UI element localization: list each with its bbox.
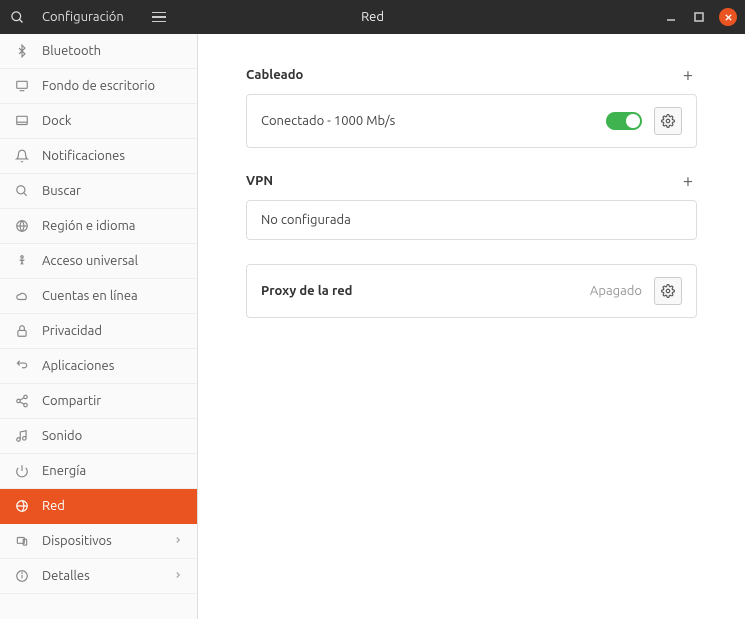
vpn-title: VPN <box>246 174 273 188</box>
sidebar-item-label: Detalles <box>42 569 90 583</box>
sidebar-item-label: Dispositivos <box>42 534 112 548</box>
sidebar-item-label: Notificaciones <box>42 149 125 163</box>
wired-status: Conectado - 1000 Mb/s <box>261 114 594 128</box>
page-title: Red <box>361 10 384 24</box>
wired-title: Cableado <box>246 68 303 82</box>
proxy-row[interactable]: Proxy de la red Apagado <box>246 264 697 318</box>
proxy-settings-button[interactable] <box>654 277 682 305</box>
sidebar-item-sound[interactable]: Sonido <box>0 419 197 454</box>
sidebar-item-label: Buscar <box>42 184 81 198</box>
sidebar-item-label: Acceso universal <box>42 254 138 268</box>
sidebar-item-sharing[interactable]: Compartir <box>0 384 197 419</box>
content-area: Cableado + Conectado - 1000 Mb/s VPN + N… <box>198 34 745 619</box>
add-wired-button[interactable]: + <box>679 66 697 84</box>
info-icon <box>14 568 30 584</box>
sound-icon <box>14 428 30 444</box>
apps-icon <box>14 358 30 374</box>
accessibility-icon <box>14 253 30 269</box>
vpn-status: No configurada <box>261 213 682 227</box>
sidebar-item-label: Energía <box>42 464 86 478</box>
wired-section: Cableado + Conectado - 1000 Mb/s <box>246 66 697 148</box>
close-button[interactable] <box>719 8 737 26</box>
bluetooth-icon <box>14 43 30 59</box>
devices-icon <box>14 533 30 549</box>
vpn-row: No configurada <box>246 200 697 240</box>
sidebar-item-applications[interactable]: Aplicaciones <box>0 349 197 384</box>
chevron-right-icon <box>173 534 183 548</box>
add-vpn-button[interactable]: + <box>679 172 697 190</box>
search-icon <box>14 183 30 199</box>
desktop-icon <box>14 78 30 94</box>
lock-icon <box>14 323 30 339</box>
sidebar-item-notifications[interactable]: Notificaciones <box>0 139 197 174</box>
sidebar: Bluetooth Fondo de escritorio Dock Notif… <box>0 34 198 619</box>
gear-icon <box>661 284 675 298</box>
maximize-button[interactable] <box>691 9 707 25</box>
cloud-icon <box>14 288 30 304</box>
minimize-button[interactable] <box>663 9 679 25</box>
sidebar-item-label: Sonido <box>42 429 82 443</box>
power-icon <box>14 463 30 479</box>
globe-icon <box>14 218 30 234</box>
sidebar-item-label: Compartir <box>42 394 101 408</box>
gear-icon <box>661 114 675 128</box>
sidebar-item-devices[interactable]: Dispositivos <box>0 524 197 559</box>
sidebar-item-label: Bluetooth <box>42 44 101 58</box>
vpn-section: VPN + No configurada <box>246 172 697 240</box>
sidebar-item-online-accounts[interactable]: Cuentas en línea <box>0 279 197 314</box>
wired-connection-row: Conectado - 1000 Mb/s <box>246 94 697 148</box>
app-title: Configuración <box>42 10 124 24</box>
sidebar-item-label: Fondo de escritorio <box>42 79 155 93</box>
sidebar-item-label: Dock <box>42 114 71 128</box>
proxy-title: Proxy de la red <box>261 284 578 298</box>
sidebar-item-label: Red <box>42 499 65 513</box>
sidebar-item-dock[interactable]: Dock <box>0 104 197 139</box>
search-icon[interactable] <box>8 8 26 26</box>
dock-icon <box>14 113 30 129</box>
proxy-status: Apagado <box>590 284 642 298</box>
hamburger-menu-icon[interactable] <box>152 12 166 23</box>
sidebar-item-network[interactable]: Red <box>0 489 197 524</box>
sidebar-item-label: Privacidad <box>42 324 102 338</box>
sidebar-item-privacy[interactable]: Privacidad <box>0 314 197 349</box>
network-icon <box>14 498 30 514</box>
titlebar: Configuración Red <box>0 0 745 34</box>
sidebar-item-search[interactable]: Buscar <box>0 174 197 209</box>
sidebar-item-region[interactable]: Región e idioma <box>0 209 197 244</box>
sidebar-item-details[interactable]: Detalles <box>0 559 197 594</box>
sidebar-item-background[interactable]: Fondo de escritorio <box>0 69 197 104</box>
sidebar-item-label: Aplicaciones <box>42 359 114 373</box>
sidebar-item-label: Región e idioma <box>42 219 135 233</box>
share-icon <box>14 393 30 409</box>
sidebar-item-accessibility[interactable]: Acceso universal <box>0 244 197 279</box>
sidebar-item-power[interactable]: Energía <box>0 454 197 489</box>
bell-icon <box>14 148 30 164</box>
wired-settings-button[interactable] <box>654 107 682 135</box>
wired-toggle[interactable] <box>606 112 642 130</box>
sidebar-item-bluetooth[interactable]: Bluetooth <box>0 34 197 69</box>
chevron-right-icon <box>173 569 183 583</box>
sidebar-item-label: Cuentas en línea <box>42 289 138 303</box>
